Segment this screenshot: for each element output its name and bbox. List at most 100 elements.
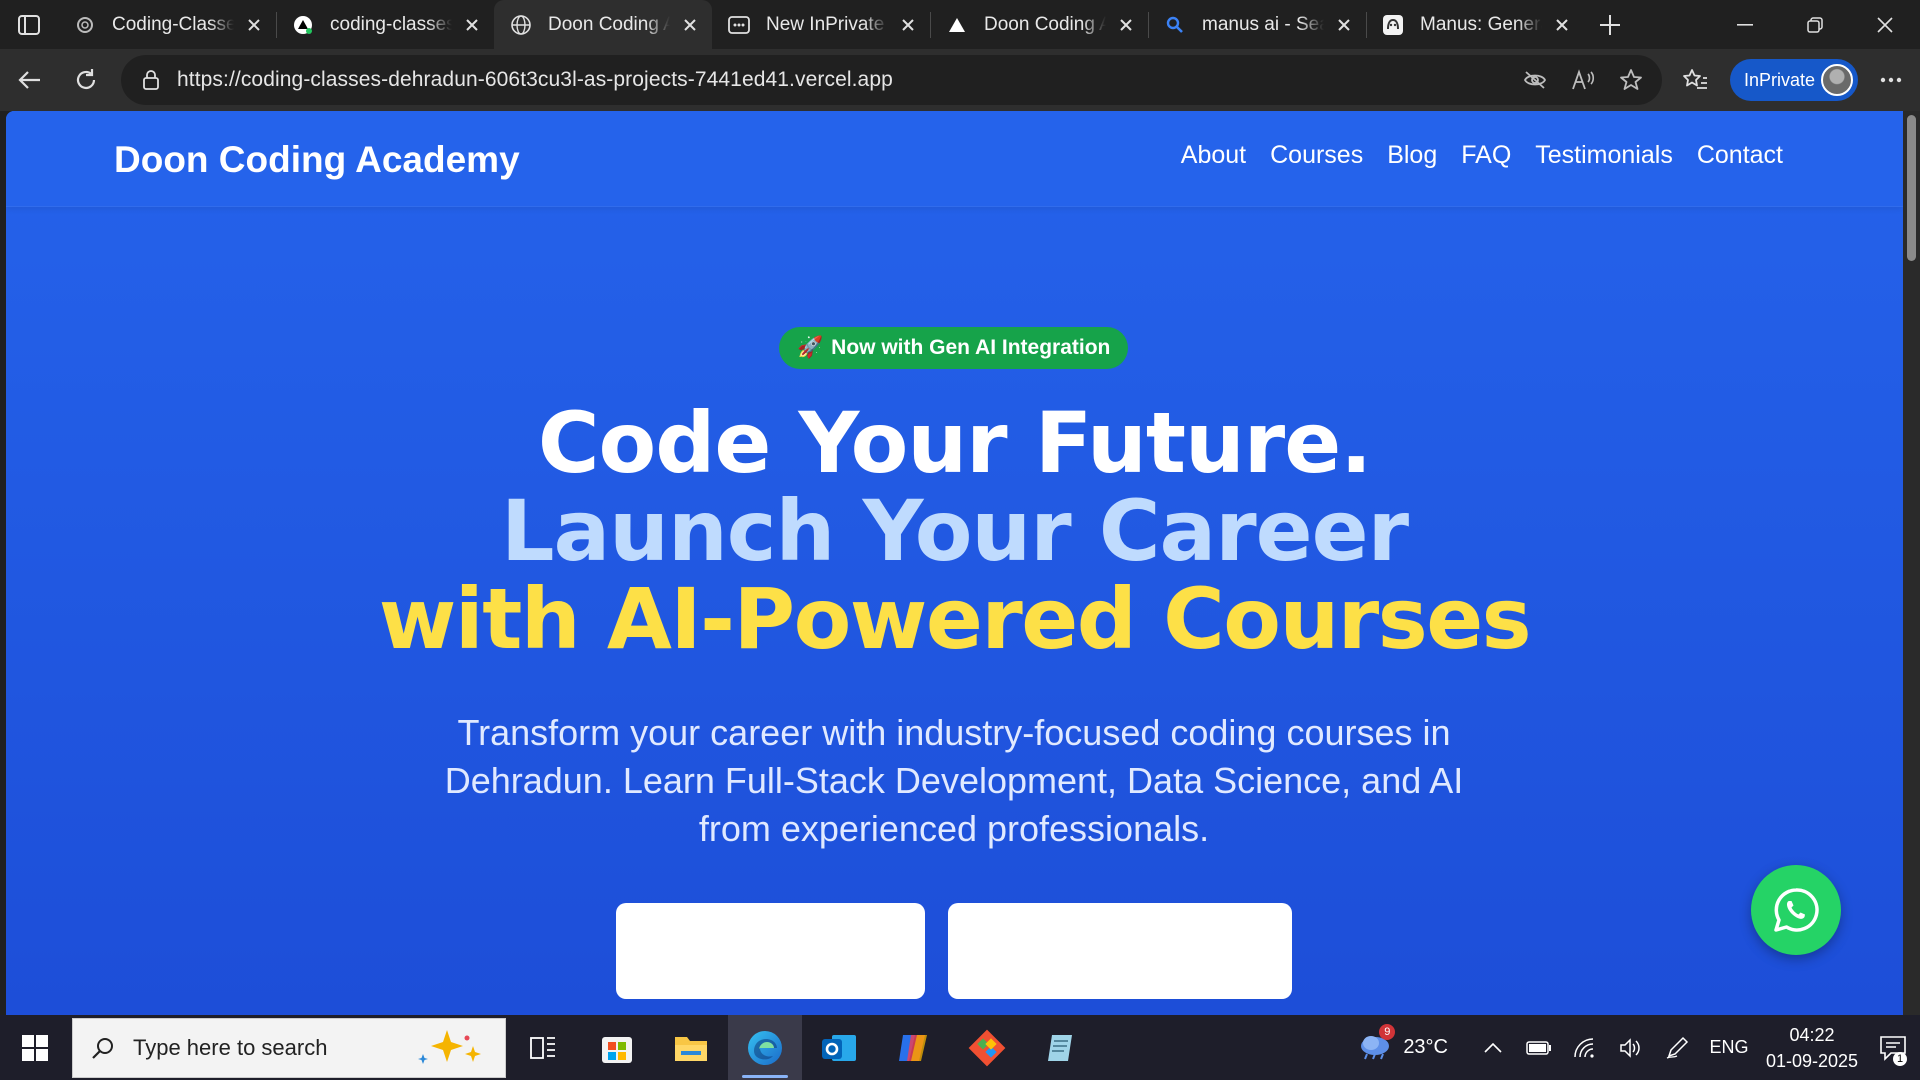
- minimize-button[interactable]: [1710, 0, 1780, 49]
- browser-tab[interactable]: Doon Coding A: [930, 0, 1148, 49]
- copilot-app[interactable]: [876, 1015, 950, 1080]
- network-icon[interactable]: [1562, 1015, 1608, 1080]
- url-text[interactable]: https://coding-classes-dehradun-606t3cu3…: [177, 68, 893, 92]
- pen-input-icon[interactable]: [1654, 1015, 1700, 1080]
- settings-more-button[interactable]: [1868, 57, 1914, 103]
- nav-link-testimonials[interactable]: Testimonials: [1535, 141, 1673, 170]
- hero-primary-button[interactable]: [616, 903, 925, 999]
- favorites-list-icon: [1683, 69, 1707, 89]
- read-aloud-icon[interactable]: [1562, 59, 1604, 101]
- windows-logo-icon: [22, 1034, 48, 1061]
- close-icon[interactable]: [242, 13, 266, 37]
- close-window-button[interactable]: [1850, 0, 1920, 49]
- favorites-button[interactable]: [1672, 57, 1718, 103]
- browser-tab[interactable]: Coding-Classes: [58, 0, 276, 49]
- browser-tab-active[interactable]: Doon Coding A: [494, 0, 712, 49]
- inprivate-tab-icon: [728, 14, 750, 36]
- tab-title: Doon Coding A: [984, 13, 1106, 35]
- close-icon[interactable]: [678, 13, 702, 37]
- microsoft-store-app[interactable]: [580, 1015, 654, 1080]
- address-bar-actions: [1514, 59, 1662, 101]
- nav-link-about[interactable]: About: [1181, 141, 1246, 170]
- page-scrollbar[interactable]: [1903, 111, 1920, 1015]
- restore-button[interactable]: [1780, 0, 1850, 49]
- windows-taskbar: Type here to search 9 23°C ENG 04:22 01-…: [0, 1015, 1920, 1080]
- scrollbar-thumb[interactable]: [1907, 115, 1916, 261]
- show-hidden-icons-button[interactable]: [1470, 1015, 1516, 1080]
- nav-link-blog[interactable]: Blog: [1387, 141, 1437, 170]
- hero-subtitle: Transform your career with industry-focu…: [444, 712, 1464, 849]
- microsoft-store-icon: [602, 1036, 632, 1063]
- close-icon[interactable]: [896, 13, 920, 37]
- outlook-app[interactable]: [802, 1015, 876, 1080]
- browser-tab[interactable]: New InPrivate t: [712, 0, 930, 49]
- more-icon: [1880, 77, 1902, 83]
- close-icon[interactable]: [1114, 13, 1138, 37]
- git-app[interactable]: [950, 1015, 1024, 1080]
- volume-icon[interactable]: [1608, 1015, 1654, 1080]
- outlook-icon: [822, 1034, 856, 1061]
- inprivate-button[interactable]: InPrivate: [1730, 59, 1858, 101]
- new-tab-button[interactable]: [1584, 0, 1636, 49]
- address-bar[interactable]: https://coding-classes-dehradun-606t3cu3…: [121, 55, 1662, 105]
- openai-icon: [74, 14, 96, 36]
- hero-secondary-button[interactable]: [948, 903, 1292, 999]
- taskbar-clock[interactable]: 04:22 01-09-2025: [1758, 1022, 1866, 1074]
- profile-avatar: [1821, 64, 1853, 96]
- notepad-icon: [1048, 1034, 1072, 1061]
- file-explorer-app[interactable]: [654, 1015, 728, 1080]
- manus-icon: [1382, 14, 1404, 36]
- tab-title: Doon Coding A: [548, 13, 670, 35]
- task-view-button[interactable]: [506, 1015, 580, 1080]
- close-icon[interactable]: [1332, 13, 1356, 37]
- nav-link-faq[interactable]: FAQ: [1461, 141, 1511, 170]
- browser-tab[interactable]: coding-classes-: [276, 0, 494, 49]
- browser-tab[interactable]: manus ai - Sear: [1148, 0, 1366, 49]
- tab-title: manus ai - Sear: [1202, 13, 1324, 35]
- weather-temperature: 23°C: [1403, 1036, 1448, 1058]
- web-page-viewport: Doon Coding Academy About Courses Blog F…: [6, 111, 1903, 1015]
- refresh-button[interactable]: [58, 52, 114, 108]
- weather-widget[interactable]: 9 23°C: [1357, 1023, 1448, 1066]
- notepad-app[interactable]: [1024, 1015, 1098, 1080]
- vercel-icon: [292, 14, 314, 36]
- globe-icon: [510, 14, 532, 36]
- hero-title: Code Your Future. Launch Your Career wit…: [6, 399, 1903, 663]
- input-language[interactable]: ENG: [1700, 1037, 1758, 1058]
- nav-link-contact[interactable]: Contact: [1697, 141, 1783, 170]
- inprivate-label: InPrivate: [1744, 69, 1816, 90]
- tab-actions-button[interactable]: [0, 0, 58, 49]
- hero-line-3: with AI-Powered Courses: [378, 570, 1532, 668]
- start-button[interactable]: [0, 1015, 70, 1080]
- vercel-icon: [946, 14, 968, 36]
- lock-icon[interactable]: [133, 70, 169, 90]
- favorite-star-icon[interactable]: [1610, 59, 1652, 101]
- whatsapp-button[interactable]: [1751, 865, 1841, 955]
- hero-line-1: Code Your Future.: [537, 394, 1372, 492]
- taskbar-search[interactable]: Type here to search: [72, 1017, 506, 1078]
- window-controls: [1710, 0, 1920, 49]
- back-button[interactable]: [2, 52, 58, 108]
- browser-tab[interactable]: Manus: General: [1366, 0, 1584, 49]
- search-icon: [92, 1037, 113, 1059]
- tracking-prevention-icon[interactable]: [1514, 59, 1556, 101]
- battery-icon[interactable]: [1516, 1015, 1562, 1080]
- weather-icon: 9: [1357, 1023, 1396, 1066]
- whatsapp-icon: [1774, 888, 1819, 932]
- notification-center-button[interactable]: 1: [1866, 1015, 1920, 1080]
- tab-title: Manus: General: [1420, 13, 1542, 35]
- plus-icon: [1600, 14, 1620, 35]
- nav-link-courses[interactable]: Courses: [1270, 141, 1363, 170]
- search-icon: [1164, 14, 1186, 36]
- sidebar-tabs-icon: [18, 14, 40, 35]
- site-nav: About Courses Blog FAQ Testimonials Cont…: [1181, 141, 1783, 170]
- edge-app[interactable]: [728, 1015, 802, 1080]
- sparkle-icon: [418, 1029, 481, 1064]
- badge-text: Now with Gen AI Integration: [831, 336, 1111, 359]
- site-logo[interactable]: Doon Coding Academy: [114, 139, 520, 181]
- search-placeholder: Type here to search: [133, 1034, 328, 1060]
- close-icon[interactable]: [1550, 13, 1574, 37]
- tab-title: coding-classes-: [330, 13, 452, 35]
- refresh-icon: [76, 69, 96, 89]
- close-icon[interactable]: [460, 13, 484, 37]
